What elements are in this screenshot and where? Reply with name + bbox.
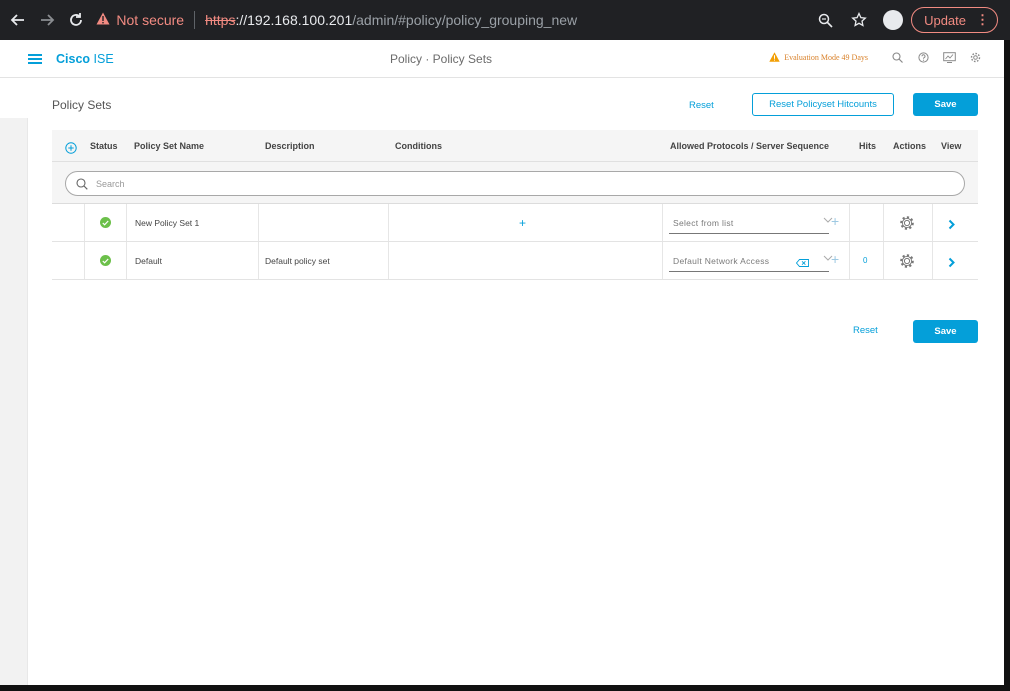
more-vert-icon: ⋮ xyxy=(976,12,989,27)
add-protocol-icon[interactable]: + xyxy=(831,251,839,267)
menu-hamburger-icon[interactable] xyxy=(28,53,42,64)
allowed-protocols-value: Default Network Access xyxy=(673,255,770,266)
row-divider xyxy=(84,204,85,241)
hits-count: 0 xyxy=(863,256,868,265)
back-arrow-icon[interactable] xyxy=(8,9,29,31)
column-status[interactable]: Status xyxy=(90,141,118,151)
add-policy-set-icon[interactable] xyxy=(65,141,77,159)
url-scheme: https xyxy=(205,12,236,28)
policy-sets-table: Status Policy Set Name Description Condi… xyxy=(52,130,978,280)
row-divider xyxy=(388,242,389,279)
table-header: Status Policy Set Name Description Condi… xyxy=(52,130,978,162)
status-active-icon[interactable] xyxy=(100,217,111,228)
table-row[interactable]: Default Default policy set Default Netwo… xyxy=(52,242,978,280)
row-divider xyxy=(932,242,933,279)
brand-logo[interactable]: Cisco ISE xyxy=(56,52,114,66)
status-active-icon[interactable] xyxy=(100,255,111,266)
search-magnifier-icon xyxy=(76,177,88,190)
actions-gear-icon[interactable] xyxy=(899,253,915,274)
column-policy-set-name[interactable]: Policy Set Name xyxy=(134,141,204,151)
save-button[interactable]: Save xyxy=(913,93,978,116)
row-divider xyxy=(258,204,259,241)
search-icon[interactable] xyxy=(890,50,904,64)
bottom-save-button[interactable]: Save xyxy=(913,320,978,343)
row-divider xyxy=(883,204,884,241)
search-input[interactable]: Search xyxy=(65,171,965,196)
url-path: /admin/#policy/policy_grouping_new xyxy=(352,12,578,28)
row-divider xyxy=(932,204,933,241)
evaluation-warning-icon xyxy=(769,52,780,62)
bottom-reset-link[interactable]: Reset xyxy=(853,325,878,336)
update-button[interactable]: Update ⋮ xyxy=(911,7,998,33)
row-divider xyxy=(662,204,663,241)
view-chevron-right-icon[interactable] xyxy=(948,255,956,273)
not-secure-label: Not secure xyxy=(116,12,185,28)
update-label: Update xyxy=(924,12,966,28)
row-divider xyxy=(662,242,663,279)
clear-selection-icon[interactable] xyxy=(795,254,809,272)
page-breadcrumb: Policy · Policy Sets xyxy=(390,52,493,66)
add-condition-icon[interactable]: + xyxy=(519,216,526,230)
evaluation-text: Evaluation Mode 49 Days xyxy=(784,52,868,62)
profile-avatar[interactable] xyxy=(883,10,904,30)
brand-suffix: ISE xyxy=(90,51,114,66)
browser-toolbar: Not secure https://192.168.100.201/admin… xyxy=(0,0,1010,40)
allowed-protocols-value: Select from list xyxy=(673,217,734,228)
page-title: Policy Sets xyxy=(52,98,112,112)
actions-gear-icon[interactable] xyxy=(899,215,915,236)
row-divider xyxy=(849,204,850,241)
dashboard-monitor-icon[interactable] xyxy=(942,50,956,64)
row-divider xyxy=(883,242,884,279)
url-host: ://192.168.100.201 xyxy=(235,12,353,28)
taskbar-edge xyxy=(0,685,1010,691)
column-view[interactable]: View xyxy=(941,141,961,151)
search-placeholder: Search xyxy=(96,178,125,189)
row-divider xyxy=(849,242,850,279)
left-side-rail xyxy=(0,118,28,685)
row-divider xyxy=(126,242,127,279)
table-row[interactable]: New Policy Set 1 + Select from list + xyxy=(52,204,978,242)
column-actions[interactable]: Actions xyxy=(893,141,926,151)
row-divider xyxy=(388,204,389,241)
address-bar[interactable]: Not secure https://192.168.100.201/admin… xyxy=(96,5,815,35)
ise-header: Cisco ISE Policy · Policy Sets Evaluatio… xyxy=(0,40,1004,78)
table-search-row: Search xyxy=(52,162,978,204)
row-divider xyxy=(84,242,85,279)
bookmark-star-icon[interactable] xyxy=(849,10,869,30)
column-allowed-protocols[interactable]: Allowed Protocols / Server Sequence xyxy=(670,141,829,151)
add-protocol-icon[interactable]: + xyxy=(831,213,839,229)
policy-set-description[interactable]: Default policy set xyxy=(265,256,330,266)
reset-link[interactable]: Reset xyxy=(689,100,714,111)
brand-bold: Cisco xyxy=(56,51,91,66)
reset-policyset-hitcounts-button[interactable]: Reset Policyset Hitcounts xyxy=(752,93,894,116)
policy-set-name[interactable]: New Policy Set 1 xyxy=(135,218,199,228)
row-divider xyxy=(258,242,259,279)
forward-arrow-icon[interactable] xyxy=(37,9,58,31)
allowed-protocols-select[interactable]: Select from list xyxy=(669,212,833,234)
column-conditions[interactable]: Conditions xyxy=(395,141,442,151)
reload-icon[interactable] xyxy=(66,9,87,31)
column-hits[interactable]: Hits xyxy=(859,141,876,151)
zoom-icon[interactable] xyxy=(815,10,835,30)
policy-set-name[interactable]: Default xyxy=(135,256,162,266)
ise-page: Cisco ISE Policy · Policy Sets Evaluatio… xyxy=(0,40,1004,685)
help-icon[interactable] xyxy=(916,50,930,64)
evaluation-notice[interactable]: Evaluation Mode 49 Days xyxy=(769,52,868,62)
window-edge xyxy=(1004,40,1010,691)
settings-gear-icon[interactable] xyxy=(968,50,982,64)
view-chevron-right-icon[interactable] xyxy=(948,217,956,235)
warning-triangle-icon xyxy=(96,12,110,28)
column-description[interactable]: Description xyxy=(265,141,315,151)
row-divider xyxy=(126,204,127,241)
address-divider xyxy=(194,11,196,29)
